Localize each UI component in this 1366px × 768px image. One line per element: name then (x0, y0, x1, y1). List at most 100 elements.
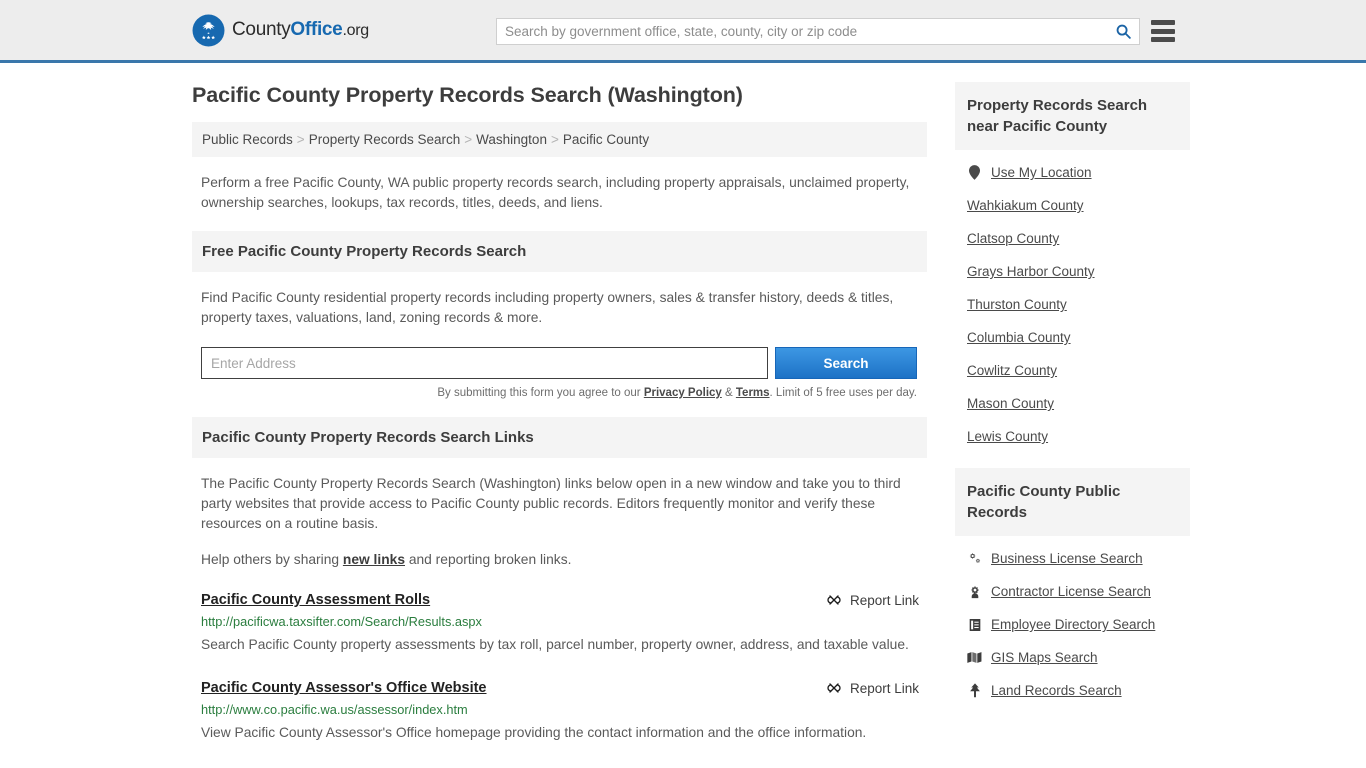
eagle-seal-icon (192, 14, 225, 46)
page-body: Pacific County Property Records Search (… (0, 63, 1366, 746)
resource-header: Pacific County Assessment Rolls Report L… (201, 592, 919, 608)
sidebar-link[interactable]: Columbia County (967, 330, 1071, 345)
new-links-link[interactable]: new links (343, 552, 405, 567)
logo-text-org: .org (342, 22, 369, 39)
hamburger-bar (1151, 20, 1175, 25)
breadcrumb-separator: > (550, 132, 559, 147)
cog-glyph (970, 585, 979, 598)
map-pin-glyph (969, 165, 980, 180)
sidebar-item-cowlitz-county[interactable]: Cowlitz County (955, 354, 1190, 387)
resource-title-link[interactable]: Pacific County Assessor's Office Website (201, 680, 487, 696)
map-icon (967, 651, 982, 664)
disclaimer-suffix: . Limit of 5 free uses per day. (769, 387, 917, 399)
address-search-button[interactable]: Search (775, 347, 917, 379)
search-input[interactable] (497, 19, 1107, 44)
sidebar-item-grays-harbor-county[interactable]: Grays Harbor County (955, 255, 1190, 288)
report-link-label: Report Link (849, 592, 919, 608)
search-submit-button[interactable] (1107, 19, 1139, 44)
sidebar-link[interactable]: Cowlitz County (967, 363, 1057, 378)
hamburger-menu-icon[interactable] (1151, 20, 1175, 42)
cog-icon (967, 585, 982, 599)
broken-link-icon (827, 683, 841, 693)
public-records-box: Pacific County Public Records Business L… (955, 468, 1190, 707)
sidebar-link[interactable]: Clatsop County (967, 231, 1059, 246)
sidebar-item-mason-county[interactable]: Mason County (955, 387, 1190, 420)
breadcrumb-item-public-records[interactable]: Public Records (202, 132, 293, 147)
sidebar-link[interactable]: Wahkiakum County (967, 198, 1084, 213)
breadcrumb-separator: > (296, 132, 305, 147)
sidebar-item-gis-maps-search[interactable]: GIS Maps Search (955, 641, 1190, 674)
resource-url: http://pacificwa.taxsifter.com/Search/Re… (201, 614, 482, 629)
address-search-form: Search (201, 347, 917, 379)
free-search-description: Find Pacific County residential property… (201, 290, 894, 325)
disclaimer-amp: & (721, 387, 736, 399)
cogs-glyph (969, 552, 981, 564)
map-glyph (967, 652, 982, 663)
address-input[interactable] (201, 347, 768, 379)
public-records-list: Business License Search Contractor Licen… (955, 542, 1190, 707)
sidebar-link[interactable]: Land Records Search (991, 683, 1122, 698)
logo-text-county: County (232, 19, 291, 40)
sidebar-item-columbia-county[interactable]: Columbia County (955, 321, 1190, 354)
breadcrumb-item-property-records-search[interactable]: Property Records Search (309, 132, 461, 147)
sidebar-item-land-records-search[interactable]: Land Records Search (955, 674, 1190, 707)
map-pin-icon (967, 165, 982, 180)
sidebar-item-business-license-search[interactable]: Business License Search (955, 542, 1190, 575)
book-glyph (969, 618, 980, 631)
sidebar-item-wahkiakum-county[interactable]: Wahkiakum County (955, 189, 1190, 222)
search-icon (1116, 24, 1131, 39)
header-search-bar[interactable] (496, 18, 1140, 45)
disclaimer-prefix: By submitting this form you agree to our (437, 387, 644, 399)
share-suffix: and reporting broken links. (405, 552, 572, 567)
public-records-heading: Pacific County Public Records (955, 468, 1190, 536)
sidebar-link[interactable]: Thurston County (967, 297, 1067, 312)
resource-header: Pacific County Assessor's Office Website… (201, 680, 919, 696)
resource-description: View Pacific County Assessor's Office ho… (201, 725, 867, 740)
intro-paragraph: Perform a free Pacific County, WA public… (201, 175, 910, 210)
sidebar-item-clatsop-county[interactable]: Clatsop County (955, 222, 1190, 255)
resource-entry: Pacific County Assessor's Office Website… (201, 680, 919, 746)
privacy-policy-link[interactable]: Privacy Policy (644, 387, 722, 399)
book-icon (967, 618, 982, 632)
broken-link-icon (827, 595, 841, 605)
hamburger-bar (1151, 28, 1175, 34)
sidebar-link[interactable]: Contractor License Search (991, 584, 1151, 599)
sidebar-item-contractor-license-search[interactable]: Contractor License Search (955, 575, 1190, 608)
breadcrumb-item-washington[interactable]: Washington (476, 132, 547, 147)
sidebar-item-lewis-county[interactable]: Lewis County (955, 420, 1190, 453)
share-prefix: Help others by sharing (201, 552, 343, 567)
sidebar: Property Records Search near Pacific Cou… (955, 82, 1190, 746)
hamburger-bar (1151, 37, 1175, 42)
breadcrumb: Public Records > Property Records Search > W… (192, 122, 927, 157)
site-header: CountyOffice.org (0, 0, 1366, 63)
nearby-search-box: Property Records Search near Pacific Cou… (955, 82, 1190, 453)
sidebar-link[interactable]: Use My Location (991, 165, 1092, 180)
sidebar-item-employee-directory-search[interactable]: Employee Directory Search (955, 608, 1190, 641)
tree-glyph (969, 683, 980, 698)
page-title: Pacific County Property Records Search (… (192, 83, 743, 107)
free-search-heading: Free Pacific County Property Records Sea… (192, 231, 927, 272)
sidebar-link[interactable]: Mason County (967, 396, 1054, 411)
terms-link[interactable]: Terms (736, 387, 770, 399)
main-content: Pacific County Property Records Search (… (192, 82, 927, 746)
sidebar-link[interactable]: Lewis County (967, 429, 1048, 444)
form-disclaimer: By submitting this form you agree to our… (201, 387, 917, 399)
resource-title-link[interactable]: Pacific County Assessment Rolls (201, 592, 430, 608)
breadcrumb-item-pacific-county[interactable]: Pacific County (563, 132, 649, 147)
report-link-button[interactable]: Report Link (826, 592, 919, 608)
sidebar-link[interactable]: Grays Harbor County (967, 264, 1095, 279)
report-link-button[interactable]: Report Link (826, 680, 919, 696)
sidebar-item-thurston-county[interactable]: Thurston County (955, 288, 1190, 321)
tree-icon (967, 683, 982, 698)
share-links-line: Help others by sharing new links and rep… (201, 550, 919, 570)
report-link-label: Report Link (849, 680, 919, 696)
nearby-search-heading: Property Records Search near Pacific Cou… (955, 82, 1190, 150)
sidebar-item-use-my-location[interactable]: Use My Location (955, 156, 1190, 189)
site-logo[interactable]: CountyOffice.org (192, 14, 369, 47)
resource-description: Search Pacific County property assessmen… (201, 637, 909, 652)
sidebar-link[interactable]: Employee Directory Search (991, 617, 1155, 632)
sidebar-link[interactable]: GIS Maps Search (991, 650, 1098, 665)
sidebar-link[interactable]: Business License Search (991, 551, 1143, 566)
cogs-icon (967, 552, 982, 565)
resource-url: http://www.co.pacific.wa.us/assessor/ind… (201, 702, 468, 717)
